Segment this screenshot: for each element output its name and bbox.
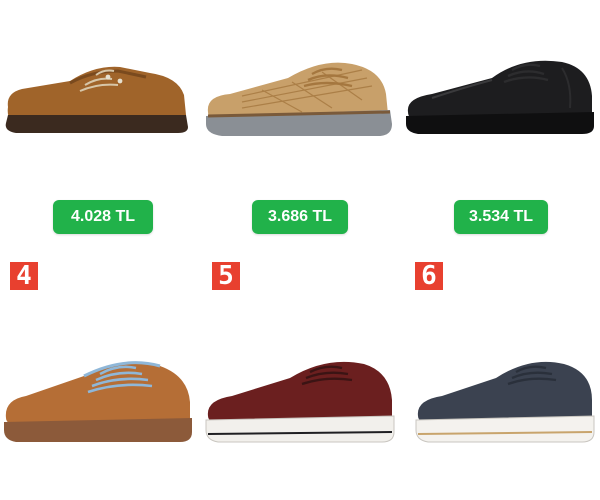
brown-boat-shoe-icon[interactable] — [0, 55, 195, 140]
suede-sneaker-icon[interactable] — [0, 350, 196, 446]
navy-sneaker-icon[interactable] — [412, 350, 598, 446]
burgundy-sneaker-icon[interactable] — [202, 350, 398, 446]
rank-badge: 6 — [415, 262, 443, 290]
rank-badge: 5 — [212, 262, 240, 290]
price-tag: 3.534 TL — [454, 200, 548, 234]
black-leather-sneaker-icon[interactable] — [402, 48, 598, 140]
tan-mesh-sneaker-icon[interactable] — [202, 50, 397, 142]
price-tag: 3.686 TL — [252, 200, 348, 234]
price-tag: 4.028 TL — [53, 200, 153, 234]
rank-badge: 4 — [10, 262, 38, 290]
